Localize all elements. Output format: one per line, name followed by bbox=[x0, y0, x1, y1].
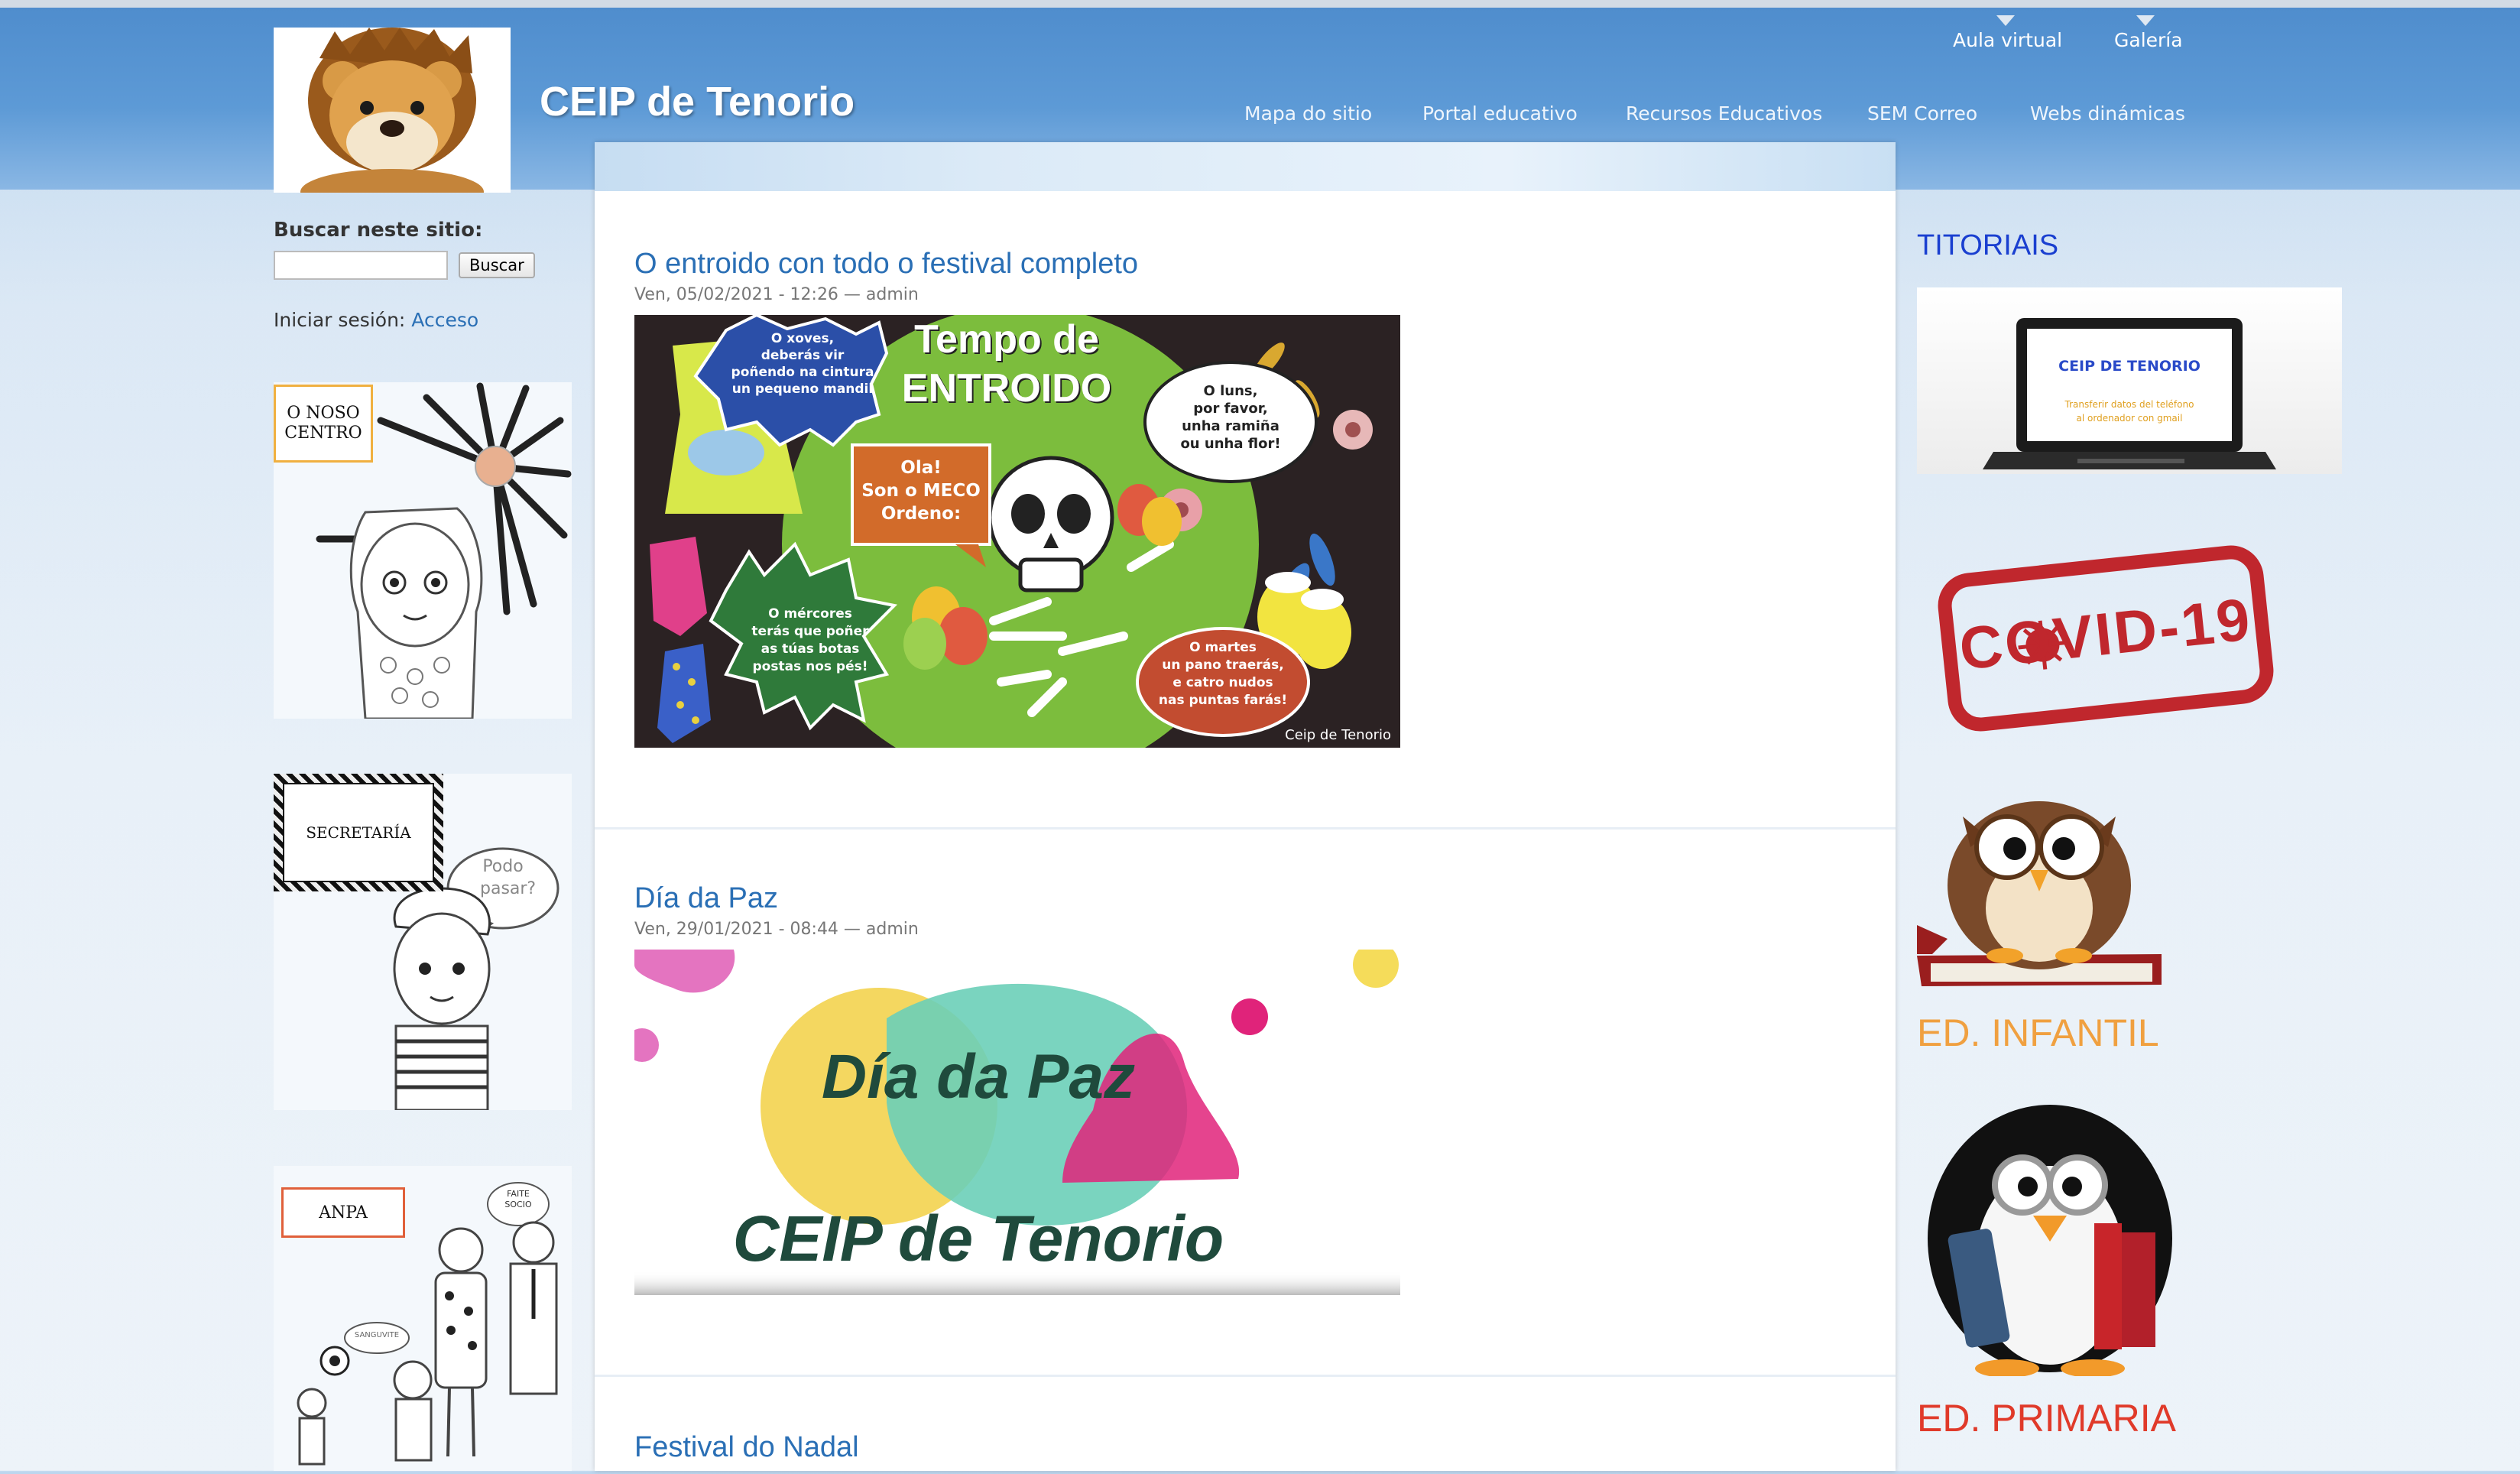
sidebar-block-anpa[interactable]: FAITE SOCIO SANGUVITE ANPA bbox=[274, 1166, 572, 1471]
login-link[interactable]: Acceso bbox=[411, 309, 478, 331]
laptop-screen-title: CEIP DE TENORIO bbox=[2058, 358, 2201, 375]
secretaria-frame: SECRETARÍA bbox=[274, 774, 443, 891]
covid-19-stamp[interactable]: COVID-19 bbox=[1926, 535, 2285, 742]
primary-menu-webs-dinamicas[interactable]: Webs dinámicas bbox=[2030, 102, 2185, 125]
caret-down-icon bbox=[1996, 15, 2015, 26]
ed-primaria-link[interactable]: ED. PRIMARIA bbox=[1917, 1396, 2176, 1440]
secretaria-label: SECRETARÍA bbox=[283, 783, 434, 882]
poster-text-mercores: O mércores terás que poñer as túas botas… bbox=[751, 606, 869, 674]
dia-da-paz-image[interactable]: Día da Paz CEIP de Tenorio bbox=[634, 950, 1400, 1295]
post-festival-do-nadal: Festival do Nadal bbox=[634, 1431, 859, 1464]
post-divider bbox=[595, 827, 1896, 830]
primary-menu-mapa-do-sitio[interactable]: Mapa do sitio bbox=[1244, 102, 1372, 125]
laptop-icon bbox=[1983, 318, 2276, 469]
poster-credit: Ceip de Tenorio bbox=[1285, 727, 1391, 743]
primary-menu-recursos-educativos[interactable]: Recursos Educativos bbox=[1626, 102, 1822, 125]
search-input[interactable] bbox=[274, 251, 448, 280]
poster-text-martes: O martes un pano traerás, e catro nudos … bbox=[1158, 640, 1288, 708]
dia-da-paz-subheading: CEIP de Tenorio bbox=[732, 1203, 1224, 1274]
site-title[interactable]: CEIP de Tenorio bbox=[540, 78, 855, 125]
site-logo[interactable] bbox=[274, 28, 511, 193]
penguin-with-books-icon bbox=[1928, 1105, 2172, 1378]
primary-menu-sem-correo[interactable]: SEM Correo bbox=[1867, 102, 1977, 125]
content-top-bar bbox=[595, 142, 1896, 191]
ed-infantil-link[interactable]: ED. INFANTIL bbox=[1917, 1011, 2159, 1055]
post-title-link[interactable]: Festival do Nadal bbox=[634, 1431, 859, 1464]
sidebar-block-secretaria[interactable]: Podo pasar? SECRETARÍA bbox=[274, 774, 572, 1112]
post-dia-da-paz: Día da Paz Ven, 29/01/2021 - 08:44 — adm… bbox=[634, 882, 1400, 1295]
o-noso-centro-label: O NOSO CENTRO bbox=[274, 385, 373, 463]
main-content: O entroido con todo o festival completo … bbox=[595, 142, 1896, 1471]
lion-mascot-icon bbox=[274, 28, 511, 193]
post-divider bbox=[595, 1375, 1896, 1377]
post-meta: Ven, 05/02/2021 - 12:26 — admin bbox=[634, 285, 919, 304]
secondary-menu-aula-virtual[interactable]: Aula virtual bbox=[1953, 29, 2062, 51]
post-entroido: O entroido con todo o festival completo … bbox=[634, 248, 1400, 748]
primaria-penguin-image[interactable] bbox=[1917, 1101, 2183, 1378]
titoriais-heading: TITORIAIS bbox=[1917, 229, 2059, 261]
infantil-owl-image[interactable] bbox=[1917, 794, 2162, 991]
poster-text-luns: O luns, por favor, unha ramiña ou unha f… bbox=[1180, 383, 1281, 452]
poster-heading: Tempo de ENTROIDO bbox=[901, 317, 1112, 411]
laptop-screen-subtitle: Transferir datos del teléfono al ordenad… bbox=[2064, 399, 2194, 424]
anpa-kid-bubble-text: SANGUVITE bbox=[354, 1331, 400, 1339]
post-title-link[interactable]: Día da Paz bbox=[634, 882, 1400, 915]
entroido-poster-image[interactable]: Tempo de ENTROIDO O xoves, deberás vir p… bbox=[634, 315, 1400, 748]
poster-text-xoves: O xoves, deberás vir poñendo na cintura … bbox=[731, 331, 874, 397]
titoriais-laptop-banner[interactable]: CEIP DE TENORIO Transferir datos del tel… bbox=[1917, 287, 2342, 474]
poster-text-meco: Ola! Son o MECO Ordeno: bbox=[861, 458, 981, 524]
secretaria-bubble-text: Podo pasar? bbox=[480, 857, 537, 898]
top-border bbox=[0, 0, 2520, 8]
anpa-bubble-text: FAITE SOCIO bbox=[504, 1189, 532, 1210]
search-label: Buscar neste sitio: bbox=[274, 219, 483, 242]
primary-menu-portal-educativo[interactable]: Portal educativo bbox=[1422, 102, 1578, 125]
dia-da-paz-heading: Día da Paz bbox=[821, 1042, 1136, 1112]
search-button[interactable]: Buscar bbox=[459, 252, 535, 278]
left-sidebar: Buscar neste sitio: Buscar Iniciar sesió… bbox=[274, 219, 572, 331]
secondary-menu-galeria[interactable]: Galería bbox=[2114, 29, 2183, 51]
owl-on-book-icon bbox=[1917, 801, 2162, 986]
post-meta: Ven, 29/01/2021 - 08:44 — admin bbox=[634, 920, 919, 939]
login-label: Iniciar sesión: bbox=[274, 309, 406, 331]
anpa-label: ANPA bbox=[281, 1187, 405, 1238]
sidebar-block-o-noso-centro[interactable]: O NOSO CENTRO bbox=[274, 382, 572, 720]
caret-down-icon bbox=[2136, 15, 2155, 26]
post-title-link[interactable]: O entroido con todo o festival completo bbox=[634, 248, 1400, 281]
